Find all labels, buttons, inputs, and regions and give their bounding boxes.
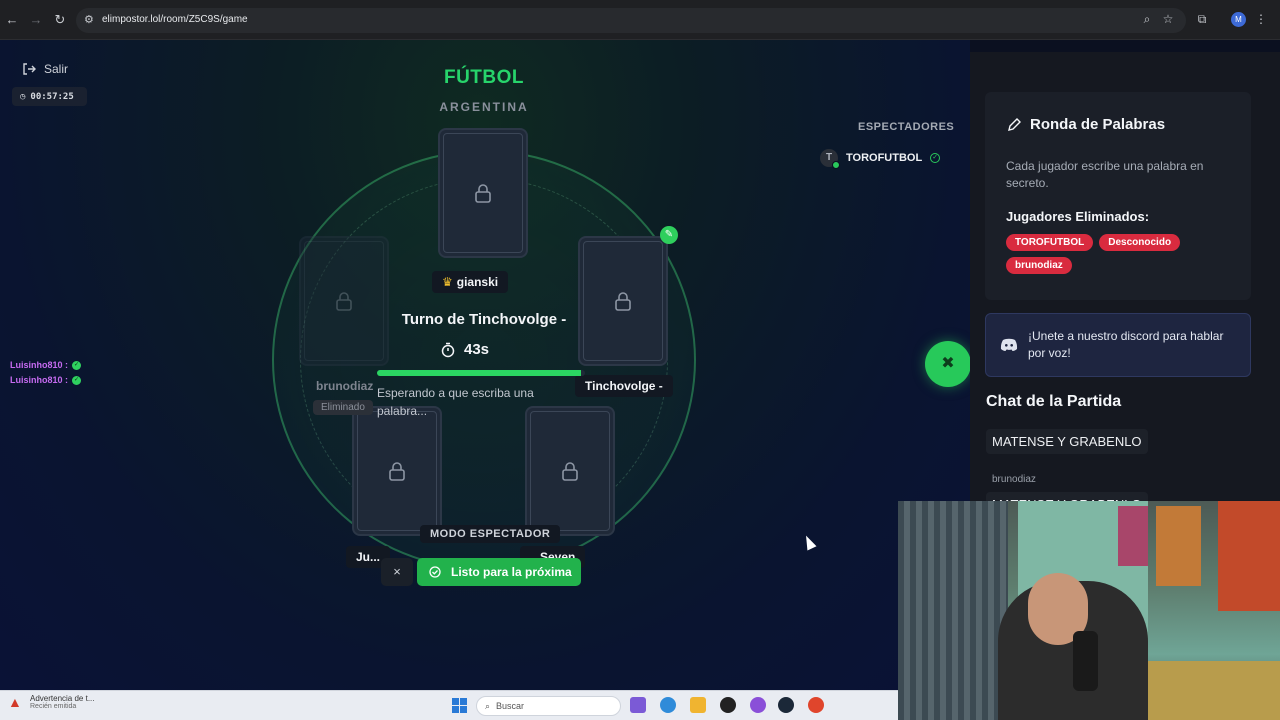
spectators-title: ESPECTADORES: [858, 121, 955, 133]
webcam-desk: [1148, 661, 1280, 720]
player-card-bottom-left: [352, 406, 442, 536]
eliminated-chip: TOROFUTBOL: [1006, 234, 1094, 251]
spectator-mode-label: MODO ESPECTADOR: [420, 525, 561, 543]
windows-start-icon[interactable]: [452, 698, 467, 713]
eliminated-badge: Eliminado: [313, 400, 373, 415]
lock-icon: [475, 184, 491, 203]
floating-chat-message: Luisinho810 : ✓: [10, 375, 82, 385]
ready-next-button[interactable]: Listo para la próxima: [417, 558, 581, 586]
player-name-top: ♛ gianski: [432, 271, 509, 293]
eliminated-chip: Desconocido: [1099, 234, 1181, 251]
warning-icon: ▲: [8, 694, 22, 710]
extensions-icon[interactable]: ⧉: [1194, 12, 1210, 27]
player-name-right: Tinchovolge -: [575, 375, 673, 397]
avatar: T: [820, 149, 840, 169]
taskbar-search[interactable]: ⌕ Buscar: [476, 696, 621, 716]
pencil-icon: [1008, 117, 1021, 131]
player-card-top: [438, 128, 528, 258]
exit-button[interactable]: Salir: [22, 62, 68, 76]
webcam-overlay: [898, 501, 1280, 720]
lock-icon: [562, 462, 578, 481]
round-title: Ronda de Palabras: [1006, 116, 1165, 133]
chat-message: MATENSE Y GRABENLO: [986, 429, 1148, 454]
eliminated-title: Jugadores Eliminados:: [1006, 209, 1150, 224]
notification[interactable]: ▲ Advertencia de t... Recién emitida: [8, 694, 94, 710]
turn-progress-fill: [377, 370, 581, 376]
lock-icon: [389, 462, 405, 481]
spectator-item: T TOROFUTBOL ✓: [820, 149, 941, 169]
bookmark-star-icon[interactable]: ☆: [1160, 12, 1176, 26]
webcam-microphone: [1073, 631, 1098, 691]
category-subtitle: ARGENTINA: [439, 100, 529, 114]
webcam-poster: [1118, 506, 1148, 566]
chrome-icon[interactable]: [660, 697, 676, 713]
site-info-icon[interactable]: ⚙: [84, 13, 98, 27]
turn-title: Turno de Tinchovolge -: [401, 311, 567, 328]
dismiss-button[interactable]: ×: [381, 558, 413, 586]
lock-icon: [336, 292, 352, 311]
browser-toolbar: ← → ↻ ⚙ elimpostor.lol/room/Z5C9S/game ⌕…: [0, 0, 1280, 40]
url-text: elimpostor.lol/room/Z5C9S/game: [102, 14, 248, 25]
floating-chat: Luisinho810 : ✓ Luisinho810 : ✓: [10, 345, 82, 390]
elapsed-timer: ◷ 00:57:25: [12, 87, 87, 106]
waiting-text: Esperando a que escriba una palabra...: [377, 386, 534, 418]
teams-icon[interactable]: [630, 697, 646, 713]
check-icon: ✓: [72, 375, 82, 385]
exit-label: Salir: [44, 62, 69, 76]
eliminated-chip: brunodiaz: [1006, 257, 1072, 274]
reload-icon[interactable]: ↻: [52, 12, 68, 28]
discord-icon: [1000, 338, 1018, 351]
turn-progress-bar: [377, 370, 585, 376]
check-icon: ✓: [72, 360, 82, 370]
topic-title: FÚTBOL: [443, 67, 525, 88]
round-description: Cada jugador escribe una palabra en secr…: [1006, 159, 1204, 190]
forward-icon[interactable]: →: [28, 12, 44, 28]
app-icon[interactable]: [808, 697, 824, 713]
logout-icon: [23, 63, 36, 75]
floating-chat-message: Luisinho810 : ✓: [10, 360, 82, 370]
menu-icon[interactable]: ⋮: [1253, 12, 1269, 26]
file-explorer-icon[interactable]: [690, 697, 706, 713]
turn-timer: 43s: [440, 341, 489, 358]
steam-icon[interactable]: [778, 697, 794, 713]
webcam-poster: [1218, 501, 1280, 611]
profile-avatar[interactable]: M: [1231, 12, 1246, 27]
player-card-bottom-right: [525, 406, 615, 536]
app-icon[interactable]: [750, 697, 766, 713]
app-icon[interactable]: [720, 697, 736, 713]
eliminated-list: TOROFUTBOL Desconocido brunodiaz: [1006, 234, 1236, 274]
address-bar[interactable]: ⚙ elimpostor.lol/room/Z5C9S/game: [76, 8, 1186, 33]
player-name-left: brunodiaz: [316, 379, 374, 393]
taskbar: ▲ Advertencia de t... Recién emitida ⌕ B…: [0, 690, 898, 720]
verified-icon: ✓: [930, 153, 941, 163]
crown-icon: ♛: [442, 275, 453, 289]
check-circle-icon: [429, 566, 441, 578]
discord-banner[interactable]: ¡Unete a nuestro discord para hablar por…: [985, 313, 1251, 377]
chat-author: brunodiaz: [992, 474, 1036, 485]
stopwatch-icon: [441, 342, 455, 357]
faded-message: [10, 345, 81, 354]
lock-icon: [615, 292, 631, 311]
webcam-poster: [1156, 506, 1201, 586]
zoom-icon[interactable]: ⌕: [1139, 12, 1155, 27]
online-dot: [832, 161, 840, 169]
back-icon[interactable]: ←: [4, 12, 20, 28]
clock-icon: ◷: [20, 91, 26, 102]
game-controller-button[interactable]: ✖: [925, 341, 971, 387]
writing-pencil-icon: ✎: [660, 226, 678, 244]
player-card-left: [299, 236, 389, 366]
webcam-curtain: [898, 501, 1008, 720]
search-icon: ⌕: [485, 700, 491, 711]
chat-title: Chat de la Partida: [986, 393, 1122, 410]
player-card-right: [578, 236, 668, 366]
